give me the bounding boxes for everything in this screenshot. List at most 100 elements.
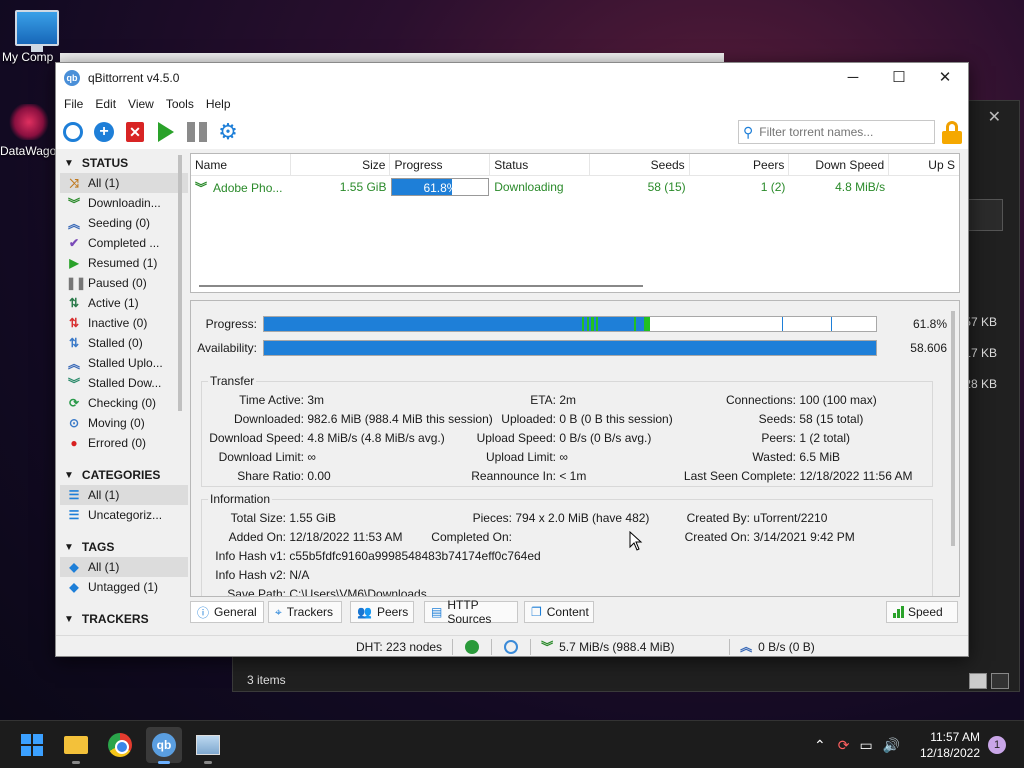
download-speed: Download Speed: 4.8 MiB/s (4.8 MiB/s avg…	[209, 431, 445, 445]
search-input[interactable]	[759, 125, 928, 139]
minimize-button[interactable]: ─	[830, 63, 876, 93]
chevron-up-icon[interactable]: ⌃	[814, 737, 826, 754]
maximize-button[interactable]: ☐	[876, 63, 922, 93]
options-button[interactable]: ⚙	[217, 121, 239, 143]
desktop-icon-datawago[interactable]: DataWago	[0, 104, 58, 158]
tag-icon: ◆	[69, 580, 79, 594]
tag-item-all[interactable]: ◆ All (1)	[60, 557, 188, 577]
info-hash-v1: Info Hash v1: c55b5fdfc9160a9998548483b7…	[215, 549, 541, 563]
column-peers[interactable]: Peers	[690, 154, 790, 176]
column-name[interactable]: Name	[191, 154, 291, 176]
network-icon[interactable]: ▭	[859, 737, 872, 754]
availability-row: Availability: 58.606	[191, 340, 947, 356]
sidebar-status-item[interactable]: ❚❚ Paused (0)	[60, 273, 188, 293]
tab-content[interactable]: ❐ Content	[524, 601, 594, 623]
details-view-icon[interactable]	[969, 673, 987, 689]
taskbar-file-explorer[interactable]	[58, 727, 94, 764]
sidebar-status-item[interactable]: ● Errored (0)	[60, 433, 188, 453]
status-label: Stalled Dow...	[88, 376, 162, 390]
notification-badge[interactable]: 1	[988, 736, 1006, 754]
progress-value: 61.8%	[912, 317, 947, 331]
category-item-all[interactable]: ☰ All (1)	[60, 485, 188, 505]
add-torrent-file-button[interactable]: +	[93, 121, 115, 143]
sidebar-status-item[interactable]: ⇅ Stalled (0)	[60, 333, 188, 353]
menu-view[interactable]: View	[122, 97, 160, 111]
alt-speed-icon[interactable]	[504, 639, 519, 654]
info-icon: ⓘ	[197, 605, 210, 620]
tab-http-sources[interactable]: ▤ HTTP Sources	[424, 598, 518, 626]
delete-torrent-button[interactable]: ✕	[124, 121, 146, 143]
sidebar-status-item[interactable]: ⊙ Moving (0)	[60, 413, 188, 433]
torrent-name-cell: ︾ Adobe Pho...	[191, 179, 291, 196]
column-seeds[interactable]: Seeds	[590, 154, 690, 176]
status-label: Errored (0)	[88, 436, 147, 450]
tags-section-header[interactable]: ▼ TAGS	[60, 537, 188, 557]
sidebar-scrollbar[interactable]	[178, 155, 182, 411]
trackers-section-header[interactable]: ▼ TRACKERS	[60, 609, 188, 629]
sidebar-status-item[interactable]: ⇅ Active (1)	[60, 293, 188, 313]
menu-edit[interactable]: Edit	[89, 97, 122, 111]
pause-button[interactable]	[186, 121, 208, 143]
upload-speed-status[interactable]: 0 B/s (0 B)	[758, 640, 815, 654]
sidebar-status-item[interactable]: ︾ Downloadin...	[60, 193, 188, 213]
column-up-speed[interactable]: Up S	[889, 154, 959, 176]
upload-chevrons-icon: ︽	[67, 216, 80, 231]
tag-item-untagged[interactable]: ◆ Untagged (1)	[60, 577, 188, 597]
column-down-speed[interactable]: Down Speed	[789, 154, 890, 176]
status-section-header[interactable]: ▼ STATUS	[60, 153, 188, 173]
column-progress[interactable]: Progress	[390, 154, 491, 176]
sidebar-status-item[interactable]: ⤨ All (1)	[60, 173, 188, 193]
properties-panel: Progress: 61.8% Availability: 58.606 Tra…	[190, 300, 960, 597]
category-item-uncategorized[interactable]: ☰ Uncategoriz...	[60, 505, 188, 525]
categories-section-header[interactable]: ▼ CATEGORIES	[60, 465, 188, 485]
menu-tools[interactable]: Tools	[160, 97, 200, 111]
sidebar-status-item[interactable]: ⟳ Checking (0)	[60, 393, 188, 413]
column-size[interactable]: Size	[291, 154, 391, 176]
desktop-icon-label: DataWago	[0, 144, 57, 158]
taskbar-chrome[interactable]	[102, 727, 138, 763]
search-box[interactable]: ⚲	[738, 120, 935, 144]
status-label: Paused (0)	[88, 276, 147, 290]
eta: ETA: 2m	[530, 393, 577, 407]
tag-label: Untagged (1)	[88, 580, 159, 594]
gear-icon: ⚙	[218, 119, 238, 144]
folder-icon	[64, 736, 88, 754]
sidebar-status-item[interactable]: ⇅ Inactive (0)	[60, 313, 188, 333]
menu-help[interactable]: Help	[200, 97, 237, 111]
system-clock[interactable]: 11:57 AM 12/18/2022	[920, 729, 980, 761]
close-icon[interactable]: ✕	[988, 107, 1001, 127]
torrent-size: 1.55 GiB	[339, 180, 387, 194]
details-scrollbar[interactable]	[951, 311, 955, 546]
tab-trackers[interactable]: ⌖ Trackers	[268, 601, 342, 623]
item-count: 3 items	[247, 673, 286, 687]
speed-graph-icon	[893, 606, 904, 618]
sidebar-status-item[interactable]: ▶ Resumed (1)	[60, 253, 188, 273]
tab-peers[interactable]: 👥 Peers	[350, 601, 414, 623]
close-button[interactable]: ✕	[922, 63, 968, 93]
lock-icon[interactable]	[942, 121, 962, 144]
menu-file[interactable]: File	[58, 97, 89, 111]
column-status[interactable]: Status	[490, 154, 590, 176]
add-torrent-link-button[interactable]	[62, 121, 84, 143]
sidebar-status-item[interactable]: ✔ Completed ...	[60, 233, 188, 253]
sidebar-status-item[interactable]: ︽ Seeding (0)	[60, 213, 188, 233]
sidebar-status-item[interactable]: ︽ Stalled Uplo...	[60, 353, 188, 373]
tiles-view-icon[interactable]	[991, 673, 1009, 689]
tab-general[interactable]: ⓘ General	[190, 601, 264, 623]
connection-status-icon[interactable]	[465, 639, 480, 654]
tab-speed[interactable]: Speed	[886, 601, 958, 623]
sidebar-status-item[interactable]: ︾ Stalled Dow...	[60, 373, 188, 393]
location-pin-icon: ⌖	[275, 604, 282, 619]
taskbar-image-viewer[interactable]	[190, 727, 226, 764]
qbittorrent-logo-icon: qb	[152, 733, 176, 757]
download-speed-status[interactable]: 5.7 MiB/s (988.4 MiB)	[559, 640, 729, 654]
start-button[interactable]	[14, 727, 50, 763]
volume-icon[interactable]: 🔊	[883, 737, 900, 754]
horizontal-scrollbar[interactable]	[199, 285, 643, 287]
resume-button[interactable]	[155, 121, 177, 143]
torrent-row[interactable]: ︾ Adobe Pho... 1.55 GiB 61.8% Downloading…	[191, 176, 959, 198]
sync-icon[interactable]: ⟳	[838, 737, 850, 754]
taskbar-qbittorrent[interactable]: qb	[146, 727, 182, 764]
category-label: All (1)	[88, 488, 120, 502]
windows-logo-icon	[21, 734, 43, 756]
